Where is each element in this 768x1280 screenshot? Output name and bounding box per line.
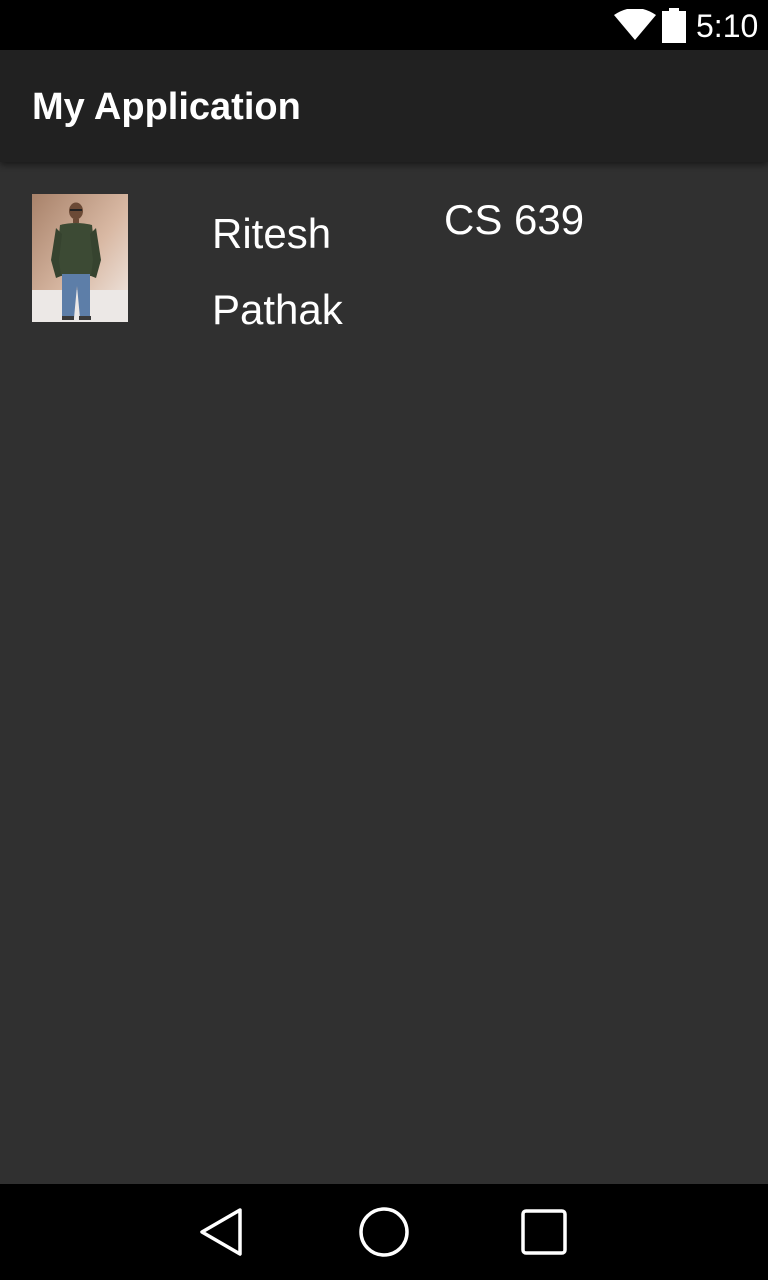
person-name: Ritesh Pathak [212,210,343,333]
app-title: My Application [32,86,301,128]
app-bar: My Application [0,50,768,162]
home-icon[interactable] [356,1204,412,1260]
status-time: 5:10 [696,8,759,44]
recents-icon[interactable] [516,1204,572,1260]
navigation-bar [0,1184,768,1280]
content-area: Ritesh Pathak CS 639 [0,162,768,1184]
status-bar: 5:10 [0,0,768,50]
course-code: CS 639 [444,196,585,243]
person-photo-image [32,194,128,322]
back-icon[interactable] [196,1204,252,1260]
list-item[interactable]: Ritesh Pathak CS 639 [0,162,768,352]
battery-icon [662,8,686,43]
wifi-icon [614,9,656,40]
person-photo [32,194,128,322]
